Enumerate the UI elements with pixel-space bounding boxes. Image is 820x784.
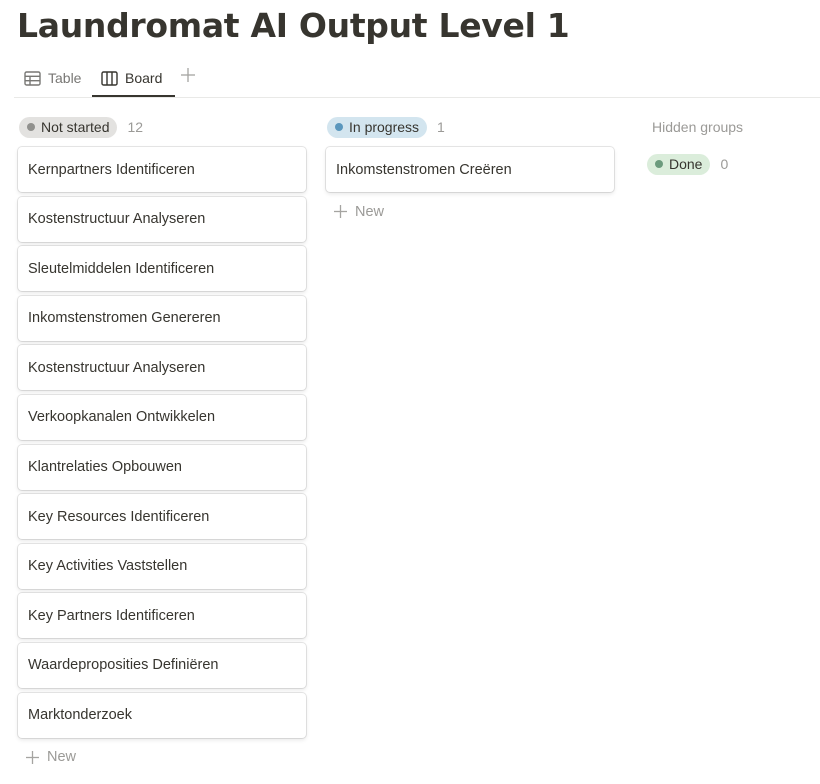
plus-icon — [26, 750, 39, 764]
board-card[interactable]: Key Activities Vaststellen — [18, 543, 306, 589]
status-label: Done — [669, 156, 703, 172]
board-card[interactable]: Key Partners Identificeren — [18, 593, 306, 639]
board-icon — [101, 70, 118, 86]
new-card-button[interactable]: New — [18, 742, 306, 772]
group-count: 1 — [437, 119, 445, 135]
plus-icon — [181, 67, 195, 87]
status-label: In progress — [349, 119, 420, 135]
board-card[interactable]: Kernpartners Identificeren — [18, 147, 306, 192]
hidden-groups-title: Hidden groups — [652, 119, 744, 135]
board-card[interactable]: Inkomstenstromen Creëren — [326, 147, 614, 192]
board-card[interactable]: Sleutelmiddelen Identificeren — [18, 246, 306, 292]
group-count: 0 — [720, 156, 729, 172]
board-card[interactable]: Waardeproposities Definiëren — [18, 642, 306, 688]
view-tabs-bar: Table Board — [14, 60, 820, 98]
tab-board[interactable]: Board — [92, 62, 175, 97]
new-card-button[interactable]: New — [326, 197, 614, 227]
board-card[interactable]: Klantrelaties Opbouwen — [18, 444, 306, 490]
board-card[interactable]: Kostenstructuur Analyseren — [18, 196, 306, 242]
board-card[interactable]: Verkoopkanalen Ontwikkelen — [18, 394, 306, 440]
card-list: Inkomstenstromen Creëren — [326, 147, 614, 192]
status-badge-done[interactable]: Done — [647, 153, 711, 175]
new-card-label: New — [47, 749, 77, 766]
tab-table[interactable]: Table — [22, 62, 83, 94]
group-count: 12 — [127, 119, 144, 135]
board-column-in-progress: In progress 1 Inkomstenstromen Creëren N… — [326, 112, 614, 227]
board-card[interactable]: Inkomstenstromen Genereren — [18, 295, 306, 341]
new-card-label: New — [355, 203, 385, 220]
card-list: Kernpartners Identificeren Kostenstructu… — [18, 147, 306, 738]
plus-icon — [334, 205, 347, 219]
tab-table-label: Table — [48, 70, 82, 86]
board-card[interactable]: Marktonderzoek — [18, 692, 306, 738]
status-badge-in-progress[interactable]: In progress — [327, 116, 428, 138]
status-badge-not-started[interactable]: Not started — [19, 116, 118, 138]
column-header: Not started 12 — [18, 112, 306, 142]
hidden-group-done[interactable]: Done 0 — [643, 149, 813, 179]
board-card[interactable]: Kostenstructuur Analyseren — [18, 345, 306, 391]
add-view-button[interactable] — [179, 67, 197, 87]
status-label: Not started — [41, 119, 110, 135]
table-icon — [24, 70, 41, 86]
page-title: Laundromat AI Output Level 1 — [17, 6, 570, 45]
tab-board-label: Board — [125, 70, 163, 86]
board-column-not-started: Not started 12 Kernpartners Identificere… — [18, 112, 306, 772]
hidden-groups-panel: Hidden groups Done 0 — [643, 112, 813, 179]
status-dot-icon — [655, 160, 663, 168]
status-dot-icon — [335, 123, 343, 131]
column-header: In progress 1 — [326, 112, 614, 142]
board-card[interactable]: Key Resources Identificeren — [18, 494, 306, 540]
status-dot-icon — [27, 123, 35, 131]
